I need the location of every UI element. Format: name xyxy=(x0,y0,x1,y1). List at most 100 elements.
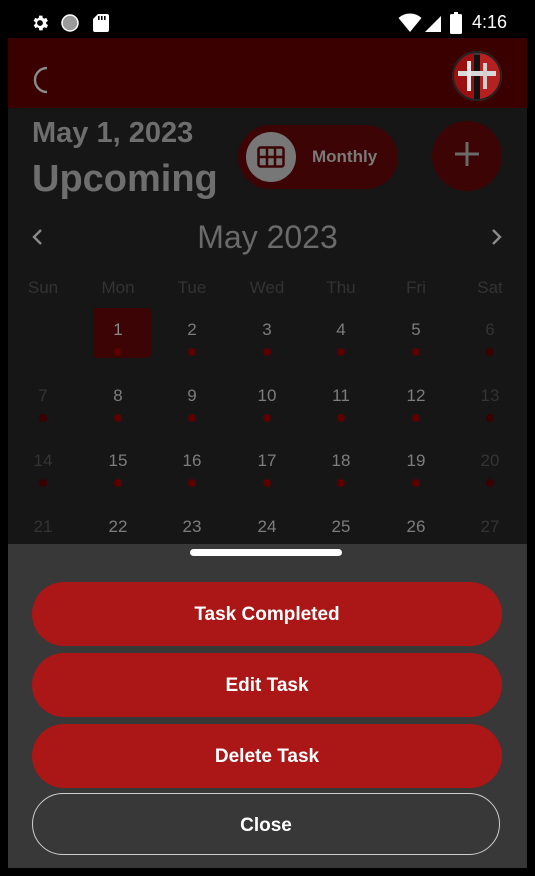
wifi-icon xyxy=(398,13,422,38)
task-indicator-dot xyxy=(263,348,271,356)
plus-icon xyxy=(454,141,480,172)
app-bar xyxy=(8,38,527,108)
task-indicator-dot xyxy=(412,479,420,487)
weekday-label: Thu xyxy=(326,278,356,297)
task-indicator-dot xyxy=(114,479,122,487)
task-indicator-dot xyxy=(263,479,271,487)
day-number: 20 xyxy=(480,451,500,470)
day-number: 15 xyxy=(108,451,128,470)
day-number: 9 xyxy=(187,386,197,405)
view-toggle-button[interactable]: Monthly xyxy=(238,125,398,189)
task-indicator-dot xyxy=(39,414,47,422)
day-number: 8 xyxy=(113,386,123,405)
calendar-day[interactable]: 10 xyxy=(237,374,297,430)
task-indicator-dot xyxy=(486,479,494,487)
weekday-label: Sun xyxy=(27,278,59,297)
drag-handle[interactable] xyxy=(190,549,342,556)
calendar-day[interactable]: 14 xyxy=(13,439,73,495)
day-number: 23 xyxy=(182,517,202,536)
calendar-day[interactable]: 6 xyxy=(460,308,520,364)
calendar-day-selected[interactable]: 1 xyxy=(88,308,151,364)
calendar-day[interactable]: 8 xyxy=(88,374,148,430)
add-task-button[interactable] xyxy=(432,121,502,191)
calendar-day[interactable]: 11 xyxy=(311,374,371,430)
weekday-header: Sun Mon Tue Wed Thu Fri Sat xyxy=(8,278,527,300)
day-number: 16 xyxy=(182,451,202,470)
calendar-day[interactable]: 13 xyxy=(460,374,520,430)
grid-icon xyxy=(246,132,296,182)
weekday-label: Tue xyxy=(177,278,207,297)
day-number: 7 xyxy=(38,386,48,405)
task-indicator-dot xyxy=(337,414,345,422)
day-number: 12 xyxy=(406,386,426,405)
day-number: 14 xyxy=(33,451,53,470)
moon-icon[interactable] xyxy=(30,66,54,99)
task-indicator-dot xyxy=(337,479,345,487)
task-completed-button[interactable]: Task Completed xyxy=(32,582,502,646)
calendar-day[interactable]: 4 xyxy=(311,308,371,364)
calendar-day[interactable]: 12 xyxy=(386,374,446,430)
day-number: 25 xyxy=(331,517,351,536)
day-number: 19 xyxy=(406,451,426,470)
day-number: 22 xyxy=(108,517,128,536)
signal-icon xyxy=(424,13,442,38)
day-number: 5 xyxy=(411,320,421,339)
task-indicator-dot xyxy=(188,414,196,422)
day-number: 6 xyxy=(485,320,495,339)
task-indicator-dot xyxy=(114,414,122,422)
day-number: 3 xyxy=(262,320,272,339)
day-number: 21 xyxy=(33,517,53,536)
calendar-day[interactable]: 3 xyxy=(237,308,297,364)
calendar-day[interactable]: 19 xyxy=(386,439,446,495)
calendar-day[interactable]: 9 xyxy=(162,374,222,430)
day-number: 27 xyxy=(480,517,500,536)
task-indicator-dot xyxy=(114,348,122,356)
status-time: 4:16 xyxy=(471,12,507,32)
task-indicator-dot xyxy=(39,479,47,487)
task-indicator-dot xyxy=(337,348,345,356)
day-number: 18 xyxy=(331,451,351,470)
day-number: 10 xyxy=(257,386,277,405)
calendar-day[interactable]: 2 xyxy=(162,308,222,364)
calendar-day[interactable]: 16 xyxy=(162,439,222,495)
bottom-sheet: Task Completed Edit Task Delete Task Clo… xyxy=(8,544,527,868)
circle-icon xyxy=(60,13,80,38)
chevron-right-icon xyxy=(490,229,504,250)
task-indicator-dot xyxy=(486,414,494,422)
task-indicator-dot xyxy=(412,348,420,356)
task-indicator-dot xyxy=(188,479,196,487)
sd-card-icon xyxy=(92,13,110,38)
calendar-day[interactable]: 7 xyxy=(13,374,73,430)
current-date: May 1, 2023 xyxy=(32,117,194,149)
day-number: 1 xyxy=(113,320,123,339)
day-number: 26 xyxy=(406,517,426,536)
battery-icon xyxy=(450,12,462,39)
day-number: 4 xyxy=(336,320,346,339)
day-number: 13 xyxy=(480,386,500,405)
delete-task-button[interactable]: Delete Task xyxy=(32,724,502,788)
calendar-day[interactable]: 20 xyxy=(460,439,520,495)
status-bar: 4:16 xyxy=(8,8,527,38)
task-indicator-dot xyxy=(486,348,494,356)
weekday-label: Mon xyxy=(101,278,135,297)
day-number: 17 xyxy=(257,451,277,470)
task-indicator-dot xyxy=(188,348,196,356)
task-indicator-dot xyxy=(263,414,271,422)
weekday-label: Fri xyxy=(406,278,426,297)
avatar[interactable] xyxy=(452,51,502,101)
close-button[interactable]: Close xyxy=(32,793,500,855)
task-indicator-dot xyxy=(412,414,420,422)
gear-icon xyxy=(30,13,50,38)
month-title: May 2023 xyxy=(197,219,338,255)
weekday-label: Wed xyxy=(249,278,285,297)
edit-task-button[interactable]: Edit Task xyxy=(32,653,502,717)
calendar-day[interactable]: 18 xyxy=(311,439,371,495)
app-screen: 4:16 May 1, 2023 Upcoming Monthly May 20… xyxy=(8,8,527,868)
view-toggle-label: Monthly xyxy=(312,147,378,166)
section-title: Upcoming xyxy=(32,158,218,200)
calendar-day[interactable]: 17 xyxy=(237,439,297,495)
calendar-day[interactable]: 15 xyxy=(88,439,148,495)
next-month-button[interactable] xyxy=(490,228,504,251)
calendar-day[interactable]: 5 xyxy=(386,308,446,364)
day-number: 24 xyxy=(257,517,277,536)
